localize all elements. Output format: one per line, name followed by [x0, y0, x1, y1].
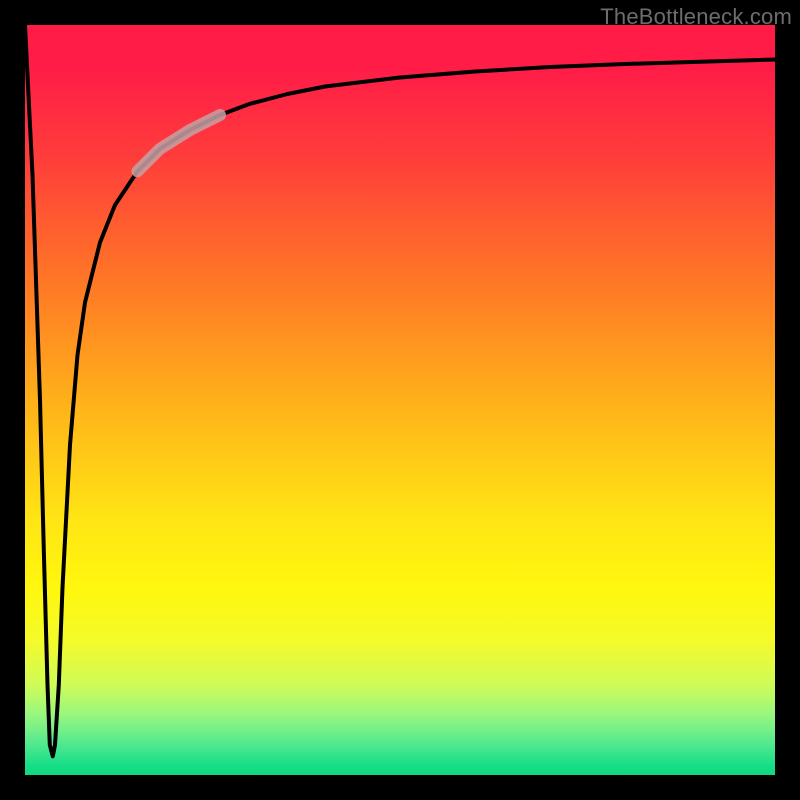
plot-area — [25, 25, 775, 775]
chart-frame: TheBottleneck.com — [0, 0, 800, 800]
bottleneck-curve — [25, 25, 775, 775]
watermark-text: TheBottleneck.com — [600, 4, 792, 30]
curve-highlight — [138, 115, 221, 171]
curve-path — [25, 25, 775, 756]
